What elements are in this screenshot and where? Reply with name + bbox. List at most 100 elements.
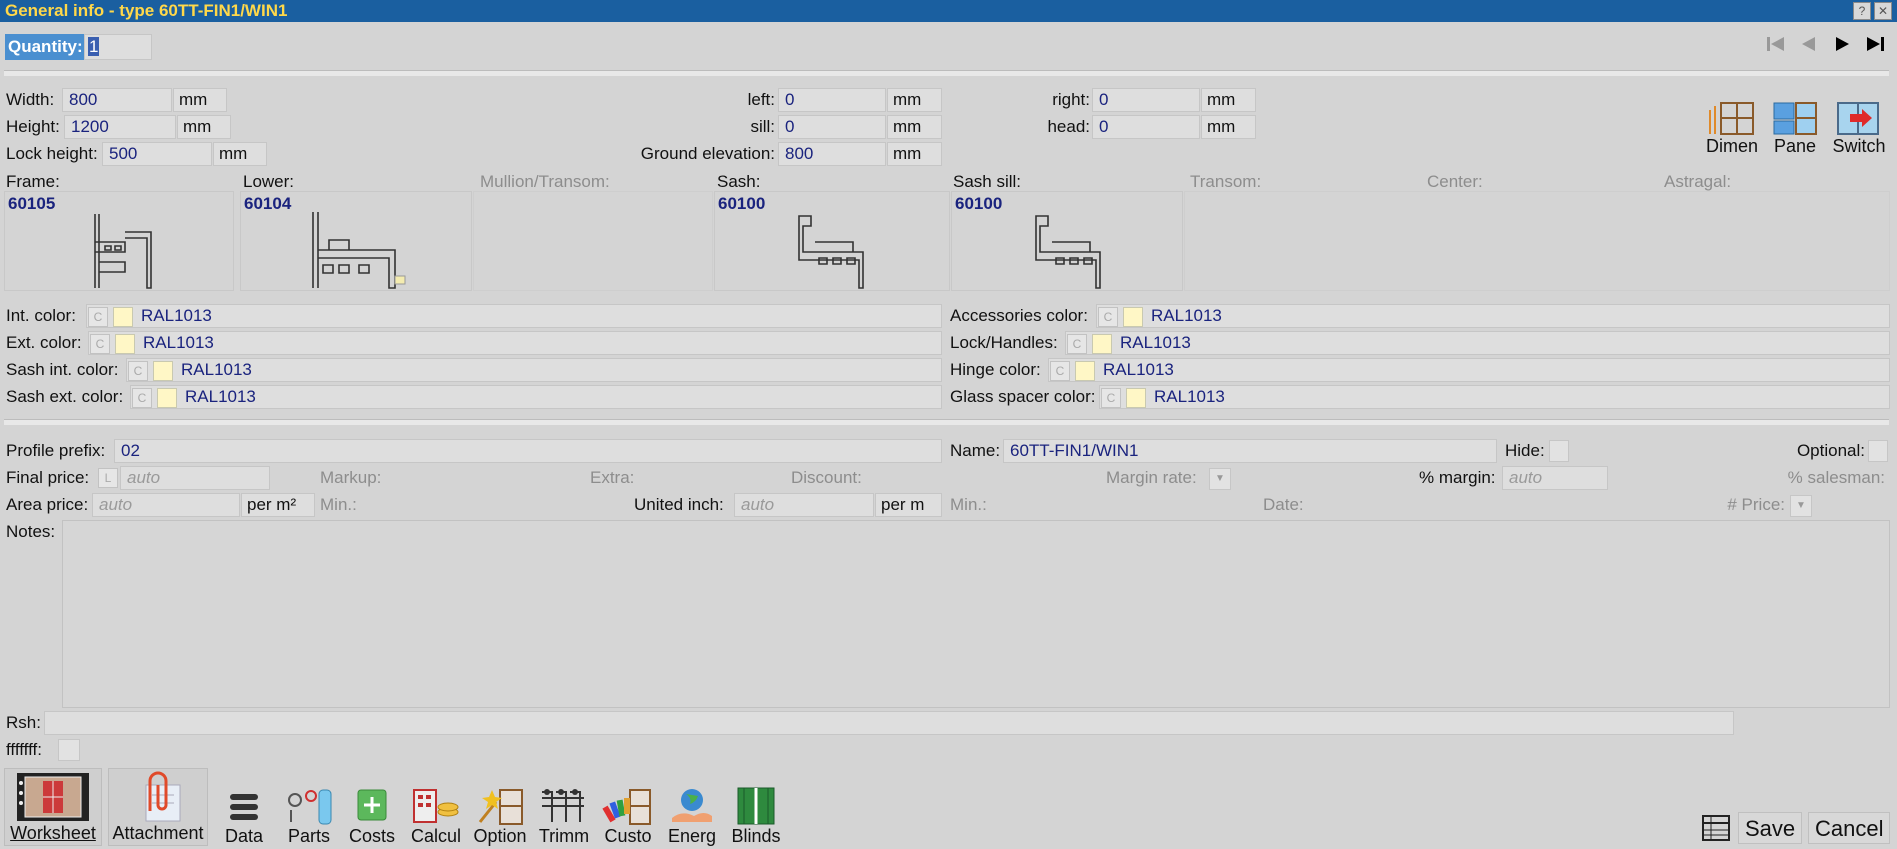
lock-handles-c-button[interactable]: C bbox=[1067, 334, 1087, 354]
switch-button[interactable]: Switch bbox=[1829, 98, 1889, 156]
close-button[interactable]: ✕ bbox=[1874, 2, 1892, 20]
mullion-transom-label: Mullion/Transom: bbox=[480, 172, 610, 191]
energ-label: Energ bbox=[667, 826, 717, 846]
previous-record-icon[interactable] bbox=[1795, 34, 1823, 60]
frame-profile-cell[interactable]: 60105 bbox=[4, 191, 234, 291]
table-view-icon[interactable] bbox=[1700, 812, 1732, 844]
sash-ext-color-field[interactable]: C RAL1013 bbox=[130, 385, 942, 409]
head-offset-input[interactable]: 0 bbox=[1092, 115, 1200, 139]
data-button[interactable]: Data bbox=[216, 784, 272, 846]
save-button[interactable]: Save bbox=[1738, 812, 1803, 844]
head-offset-unit: mm bbox=[1201, 115, 1256, 139]
frame-code: 60105 bbox=[8, 194, 56, 213]
accessories-color-c-button[interactable]: C bbox=[1098, 307, 1118, 327]
sash-profile-drawing bbox=[798, 215, 864, 289]
calcul-button[interactable]: Calcul bbox=[407, 784, 465, 846]
custo-button[interactable]: Custo bbox=[598, 784, 658, 846]
dimen-button[interactable]: Dimen bbox=[1702, 98, 1762, 156]
window-title: General info - type 60TT-FIN1/WIN1 bbox=[0, 0, 1897, 22]
final-price-input[interactable]: auto bbox=[120, 466, 270, 490]
trimm-button[interactable]: Trimm bbox=[534, 784, 594, 846]
lower-profile-drawing bbox=[312, 212, 406, 289]
pane-button[interactable]: Pane bbox=[1765, 98, 1825, 156]
mullion-profile-cell[interactable] bbox=[473, 191, 713, 291]
accessories-color-field[interactable]: C RAL1013 bbox=[1096, 304, 1890, 328]
glass-spacer-color-swatch bbox=[1126, 388, 1146, 408]
cancel-button[interactable]: Cancel bbox=[1808, 812, 1891, 844]
area-price-input[interactable]: auto bbox=[92, 493, 240, 517]
glass-spacer-color-c-button[interactable]: C bbox=[1101, 388, 1121, 408]
name-input[interactable]: 60TT-FIN1/WIN1 bbox=[1003, 439, 1497, 463]
int-color-swatch bbox=[113, 307, 133, 327]
worksheet-button[interactable]: Worksheet bbox=[4, 768, 102, 846]
sill-offset-input[interactable]: 0 bbox=[778, 115, 886, 139]
notes-label: Notes: bbox=[6, 522, 56, 541]
quantity-input[interactable]: 1 bbox=[84, 34, 152, 60]
united-inch-input[interactable]: auto bbox=[734, 493, 874, 517]
optional-checkbox[interactable] bbox=[1868, 440, 1888, 462]
lock-height-input[interactable]: 500 bbox=[102, 142, 212, 166]
sash-int-color-field[interactable]: C RAL1013 bbox=[126, 358, 942, 382]
energ-button[interactable]: Energ bbox=[662, 784, 722, 846]
help-button[interactable]: ? bbox=[1853, 2, 1871, 20]
option-button[interactable]: Option bbox=[470, 784, 530, 846]
costs-button[interactable]: Costs bbox=[344, 784, 400, 846]
ext-color-value: RAL1013 bbox=[143, 333, 214, 352]
ground-elevation-unit: mm bbox=[887, 142, 942, 166]
sash-ext-color-c-button[interactable]: C bbox=[132, 388, 152, 408]
hinge-color-field[interactable]: C RAL1013 bbox=[1048, 358, 1890, 382]
area-price-unit: per m² bbox=[241, 493, 315, 517]
int-color-field[interactable]: C RAL1013 bbox=[86, 304, 942, 328]
right-offset-input[interactable]: 0 bbox=[1092, 88, 1200, 112]
attachment-button[interactable]: Attachment bbox=[108, 768, 208, 846]
lower-profile-cell[interactable]: 60104 bbox=[240, 191, 472, 291]
int-color-label: Int. color: bbox=[6, 306, 76, 325]
fff-field[interactable] bbox=[58, 739, 80, 761]
date-label: Date: bbox=[1263, 495, 1304, 514]
hinge-color-label: Hinge color: bbox=[950, 360, 1041, 379]
width-input[interactable]: 800 bbox=[62, 88, 172, 112]
parts-button[interactable]: Parts bbox=[280, 784, 338, 846]
ground-elevation-input[interactable]: 800 bbox=[778, 142, 886, 166]
area-price-label: Area price: bbox=[6, 495, 89, 514]
blinds-button[interactable]: Blinds bbox=[728, 784, 784, 846]
int-color-c-button[interactable]: C bbox=[88, 307, 108, 327]
sash-sill-profile-drawing bbox=[1035, 215, 1101, 289]
empty-profile-cells bbox=[1184, 191, 1890, 291]
first-record-icon[interactable] bbox=[1762, 34, 1790, 60]
last-record-icon[interactable] bbox=[1861, 34, 1889, 60]
trim-icon bbox=[538, 786, 590, 826]
notes-textarea[interactable] bbox=[62, 520, 1890, 708]
num-price-dropdown[interactable]: ▼ bbox=[1790, 495, 1812, 517]
min-label-2: Min.: bbox=[950, 495, 987, 514]
sash-code: 60100 bbox=[718, 194, 766, 213]
left-offset-input[interactable]: 0 bbox=[778, 88, 886, 112]
glass-spacer-color-field[interactable]: C RAL1013 bbox=[1099, 385, 1890, 409]
lock-handles-label: Lock/Handles: bbox=[950, 333, 1058, 352]
lock-handles-field[interactable]: C RAL1013 bbox=[1065, 331, 1890, 355]
ext-color-c-button[interactable]: C bbox=[90, 334, 110, 354]
worksheet-icon bbox=[15, 771, 91, 823]
margin-rate-dropdown[interactable]: ▼ bbox=[1209, 468, 1231, 490]
hinge-color-swatch bbox=[1075, 361, 1095, 381]
sash-profile-cell[interactable]: 60100 bbox=[714, 191, 950, 291]
pct-margin-label: % margin: bbox=[1419, 468, 1496, 487]
next-record-icon[interactable] bbox=[1828, 34, 1856, 60]
quantity-value: 1 bbox=[88, 37, 100, 56]
ground-elevation-label: Ground elevation: bbox=[640, 144, 775, 163]
accessories-color-value: RAL1013 bbox=[1151, 306, 1222, 325]
hide-checkbox[interactable] bbox=[1549, 440, 1569, 462]
data-label: Data bbox=[224, 826, 264, 846]
hinge-color-c-button[interactable]: C bbox=[1050, 361, 1070, 381]
sash-int-color-c-button[interactable]: C bbox=[128, 361, 148, 381]
name-label: Name: bbox=[950, 441, 1001, 460]
ext-color-field[interactable]: C RAL1013 bbox=[88, 331, 942, 355]
lock-handles-value: RAL1013 bbox=[1120, 333, 1191, 352]
rsh-input[interactable] bbox=[44, 711, 1734, 735]
profile-prefix-input[interactable]: 02 bbox=[114, 439, 942, 463]
final-price-lock-button[interactable]: L bbox=[98, 468, 118, 488]
height-input[interactable]: 1200 bbox=[64, 115, 176, 139]
switch-label: Switch bbox=[1832, 136, 1886, 156]
sash-sill-profile-cell[interactable]: 60100 bbox=[951, 191, 1183, 291]
pct-margin-input[interactable]: auto bbox=[1502, 466, 1608, 490]
